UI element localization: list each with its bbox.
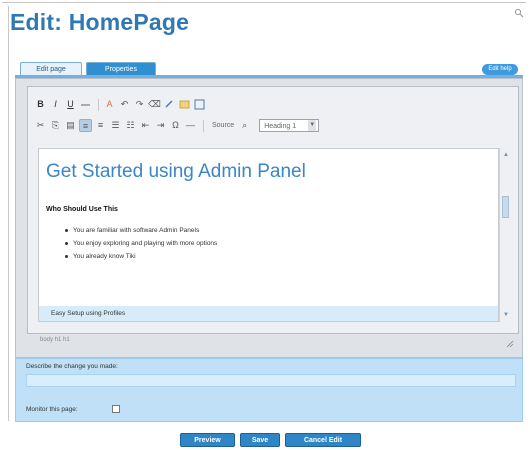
save-button[interactable]: Save [240, 433, 280, 447]
editor-scrollbar[interactable]: ▲ ▼ [499, 148, 511, 322]
scroll-down-icon[interactable]: ▼ [501, 310, 511, 320]
list-item: You are familiar with software Admin Pan… [65, 224, 217, 237]
list-item: You enjoy exploring and playing with mor… [65, 237, 217, 250]
source-button[interactable]: Source [208, 119, 238, 132]
bold-button[interactable]: B [34, 98, 47, 111]
align-center-icon[interactable]: ≡ [94, 119, 107, 132]
italic-button[interactable]: I [49, 98, 62, 111]
tab-properties[interactable]: Properties [86, 62, 156, 76]
editor-toolbar-row-2: ✂ ⎘ ▤ ≡ ≡ ☰ ☷ ⇤ ⇥ Ω ― Source ⌕ Heading 1… [34, 117, 320, 134]
monitor-page-label: Monitor this page: [26, 406, 78, 413]
table-icon-glyph [194, 99, 205, 110]
cut-icon[interactable]: ✂ [34, 119, 47, 132]
strike-icon [81, 104, 90, 106]
strike-button[interactable] [79, 98, 92, 111]
table-icon[interactable] [193, 98, 206, 111]
underline-button[interactable]: U [64, 98, 77, 111]
link-icon-glyph [165, 100, 173, 108]
window-frame-top [2, 2, 526, 3]
tab-edit-page[interactable]: Edit page [20, 62, 82, 76]
element-path: body h1 h1 [40, 337, 70, 343]
paste-icon[interactable]: ▤ [64, 119, 77, 132]
find-icon[interactable]: ⌕ [238, 119, 251, 132]
describe-change-input[interactable] [26, 374, 516, 387]
clean-icon[interactable]: ⌫ [148, 98, 161, 111]
preview-button[interactable]: Preview [180, 433, 235, 447]
format-select[interactable]: Heading 1 ▼ [259, 119, 320, 132]
content-subheading: Who Should Use This [46, 206, 118, 213]
editor-content-area[interactable]: Get Started using Admin Panel Who Should… [38, 148, 499, 322]
special-char-icon[interactable]: Ω [169, 119, 182, 132]
search-icon[interactable] [514, 8, 524, 18]
window-frame-left [8, 6, 9, 421]
unordered-list-icon[interactable]: ☷ [124, 119, 137, 132]
scroll-thumb[interactable] [502, 196, 509, 218]
horizontal-rule-icon[interactable]: ― [184, 119, 197, 132]
edit-help-button[interactable]: Edit help [482, 64, 518, 75]
text-color-button[interactable]: A [103, 98, 116, 111]
align-left-icon[interactable]: ≡ [79, 119, 92, 132]
scroll-up-icon[interactable]: ▲ [501, 150, 511, 160]
toolbar-separator [203, 119, 204, 132]
describe-change-label: Describe the change you made: [26, 363, 118, 370]
content-bullet-list: You are familiar with software Admin Pan… [65, 224, 217, 263]
content-footer-heading: Easy Setup using Profiles [39, 306, 498, 321]
undo-icon[interactable]: ↶ [118, 98, 131, 111]
page-title: Edit: HomePage [10, 9, 190, 35]
indent-icon[interactable]: ⇥ [154, 119, 167, 132]
content-heading: Get Started using Admin Panel [46, 161, 306, 182]
ordered-list-icon[interactable]: ☰ [109, 119, 122, 132]
redo-icon[interactable]: ↷ [133, 98, 146, 111]
resize-grip-icon[interactable] [506, 340, 514, 348]
editor-toolbar-row-1: B I U A ↶ ↷ ⌫ [34, 96, 208, 113]
link-icon[interactable] [163, 98, 176, 111]
image-icon[interactable] [178, 98, 191, 111]
list-item: You already know Tiki [65, 250, 217, 263]
cancel-edit-button[interactable]: Cancel Edit [285, 433, 361, 447]
toolbar-separator [98, 98, 99, 111]
chevron-down-icon: ▼ [308, 120, 317, 131]
outdent-icon[interactable]: ⇤ [139, 119, 152, 132]
format-select-value: Heading 1 [264, 123, 297, 130]
monitor-page-checkbox[interactable] [112, 405, 120, 413]
copy-icon[interactable]: ⎘ [49, 119, 62, 132]
image-icon-glyph [179, 100, 190, 109]
